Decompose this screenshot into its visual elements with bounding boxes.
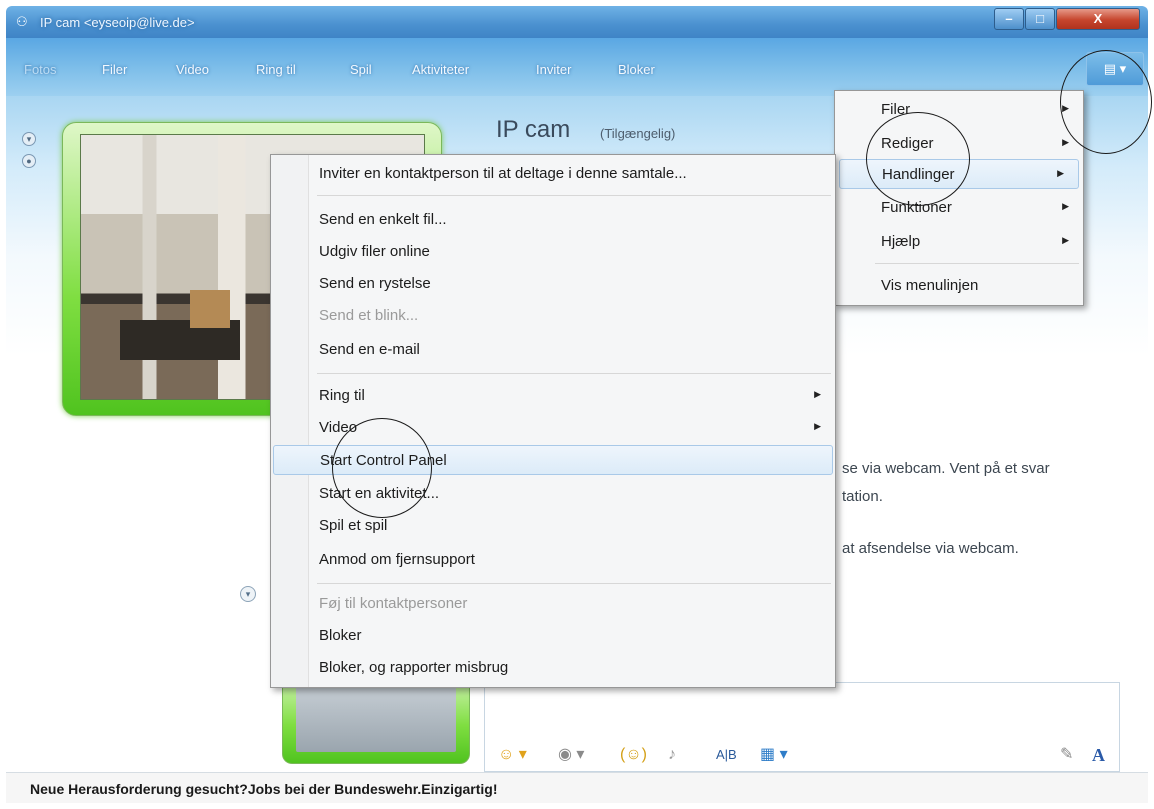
expand-icon[interactable]: ▾ — [240, 586, 256, 602]
emoticon-icon[interactable]: ☺ ▾ — [498, 746, 527, 764]
submenu-arrow-icon: ▶ — [1057, 168, 1064, 178]
menu-item-hjaelp[interactable]: Hjælp ▶ — [835, 227, 1083, 257]
webcam-object — [190, 290, 230, 328]
menu-separator — [875, 263, 1079, 264]
toolbar-fotos[interactable]: Fotos — [24, 62, 57, 77]
annotation-circle-control-panel — [332, 418, 432, 518]
messenger-icon: ⚇ — [16, 14, 28, 29]
toolbar-bloker[interactable]: Bloker — [618, 62, 655, 77]
submenu-arrow-icon: ▶ — [1062, 137, 1069, 147]
compose-toolbar: ☺ ▾ ◉ ▾ (☺) ♪ A|B ▦ ▾ ✎ A — [488, 738, 1118, 768]
menu-item-funktioner[interactable]: Funktioner ▶ — [835, 193, 1083, 223]
menu-item-play-game[interactable]: Spil et spil — [271, 511, 835, 541]
maximize-button[interactable]: □ — [1025, 8, 1055, 30]
conversation-toolbar: Fotos Filer Video Ring til Spil Aktivite… — [6, 38, 1148, 96]
toolbar-spil[interactable]: Spil — [350, 62, 372, 77]
annotation-circle-handlinger — [866, 112, 970, 206]
toolbar-inviter[interactable]: Inviter — [536, 62, 571, 77]
submenu-arrow-icon: ▶ — [1062, 235, 1069, 245]
contact-name: IP cam — [496, 116, 571, 143]
contact-card-icon[interactable]: ● — [22, 154, 36, 168]
window-title: IP cam <eyseoip@live.de> — [40, 15, 195, 30]
toolbar-filer[interactable]: Filer — [102, 62, 127, 77]
minimize-button[interactable]: – — [994, 8, 1024, 30]
menu-separator — [317, 195, 831, 196]
toolbar-video[interactable]: Video — [176, 62, 209, 77]
menu-item-send-nudge[interactable]: Send en rystelse — [271, 269, 835, 299]
menu-item-add-contact: Føj til kontaktpersoner — [319, 595, 468, 612]
toolbar-aktiviteter[interactable]: Aktiviteter — [412, 62, 469, 77]
main-menu: Filer ▶ Rediger ▶ Handlinger ▶ Funktioner ▶ … — [834, 90, 1084, 306]
submenu-arrow-icon: ▶ — [814, 389, 821, 399]
close-button[interactable]: X — [1056, 8, 1140, 30]
nudge-icon[interactable]: (☺) — [620, 746, 647, 764]
conversation-message-2: at afsendelse via webcam. — [842, 540, 1019, 557]
voice-clip-icon[interactable]: ♪ — [668, 746, 676, 764]
menu-item-publish-files[interactable]: Udgiv filer online — [271, 237, 835, 267]
menu-item-send-email[interactable]: Send en e-mail — [271, 335, 835, 365]
text-format-icon[interactable]: A — [1092, 746, 1105, 764]
title-bar: ⚇ IP cam <eyseoip@live.de> – □ X — [6, 6, 1148, 38]
ad-text[interactable]: Neue Herausforderung gesucht?Jobs bei de… — [30, 781, 498, 797]
conversation-message-1: se via webcam. Vent på et svar — [842, 460, 1050, 477]
menu-separator — [317, 583, 831, 584]
menu-item-send-wink: Send et blink... — [319, 307, 419, 324]
menu-item-block-report[interactable]: Bloker, og rapporter misbrug — [271, 653, 835, 683]
font-icon[interactable]: A|B — [716, 746, 737, 764]
wink-icon[interactable]: ◉ ▾ — [558, 746, 584, 764]
menu-item-invite-contact[interactable]: Inviter en kontaktperson til at deltage … — [271, 159, 835, 189]
submenu-arrow-icon: ▶ — [1062, 201, 1069, 211]
menu-item-send-file[interactable]: Send en enkelt fil... — [271, 205, 835, 235]
menu-item-filer[interactable]: Filer ▶ — [835, 95, 1083, 125]
menu-item-remote-support[interactable]: Anmod om fjernsupport — [271, 545, 835, 575]
menu-item-call[interactable]: Ring til ▶ — [271, 381, 835, 411]
collapse-icon[interactable]: ▾ — [22, 132, 36, 146]
menu-item-block[interactable]: Bloker — [271, 621, 835, 651]
submenu-arrow-icon: ▶ — [814, 421, 821, 431]
ad-banner[interactable]: Neue Herausforderung gesucht?Jobs bei de… — [6, 772, 1148, 803]
menu-separator — [317, 373, 831, 374]
contact-status: (Tilgængelig) — [600, 126, 676, 141]
annotation-circle-menu-button — [1060, 50, 1152, 154]
toolbar-ring-til[interactable]: Ring til — [256, 62, 296, 77]
background-icon[interactable]: ▦ ▾ — [760, 746, 788, 764]
conversation-message-1-cont: tation. — [842, 488, 883, 505]
actions-submenu: Inviter en kontaktperson til at deltage … — [270, 154, 836, 688]
handwriting-icon[interactable]: ✎ — [1060, 746, 1073, 764]
menu-item-vis-menulinjen[interactable]: Vis menulinjen — [835, 271, 1083, 301]
